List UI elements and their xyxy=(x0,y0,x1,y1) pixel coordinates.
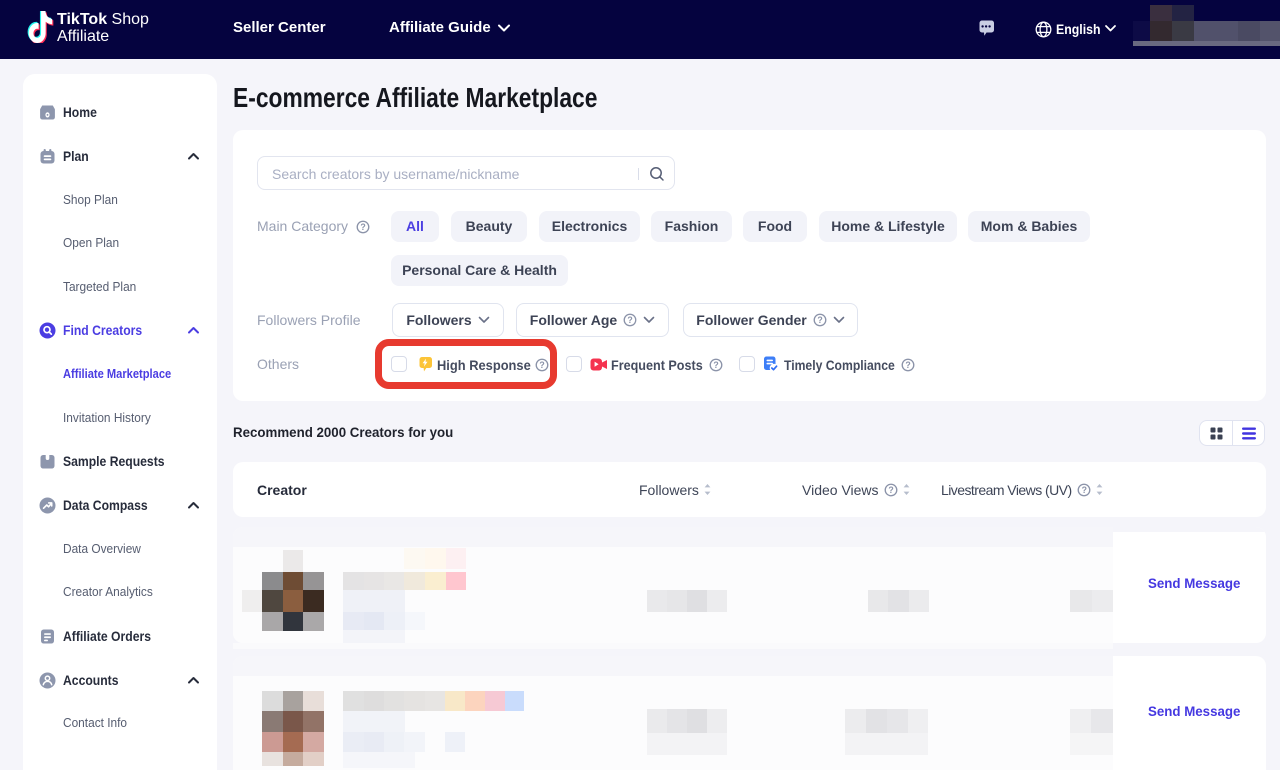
svg-text:?: ? xyxy=(360,222,365,232)
svg-text:?: ? xyxy=(1081,484,1086,494)
svg-text:?: ? xyxy=(905,360,910,370)
svg-text:?: ? xyxy=(628,315,633,325)
svg-text:?: ? xyxy=(817,315,822,325)
svg-text:?: ? xyxy=(713,360,718,370)
svg-text:?: ? xyxy=(888,484,893,494)
